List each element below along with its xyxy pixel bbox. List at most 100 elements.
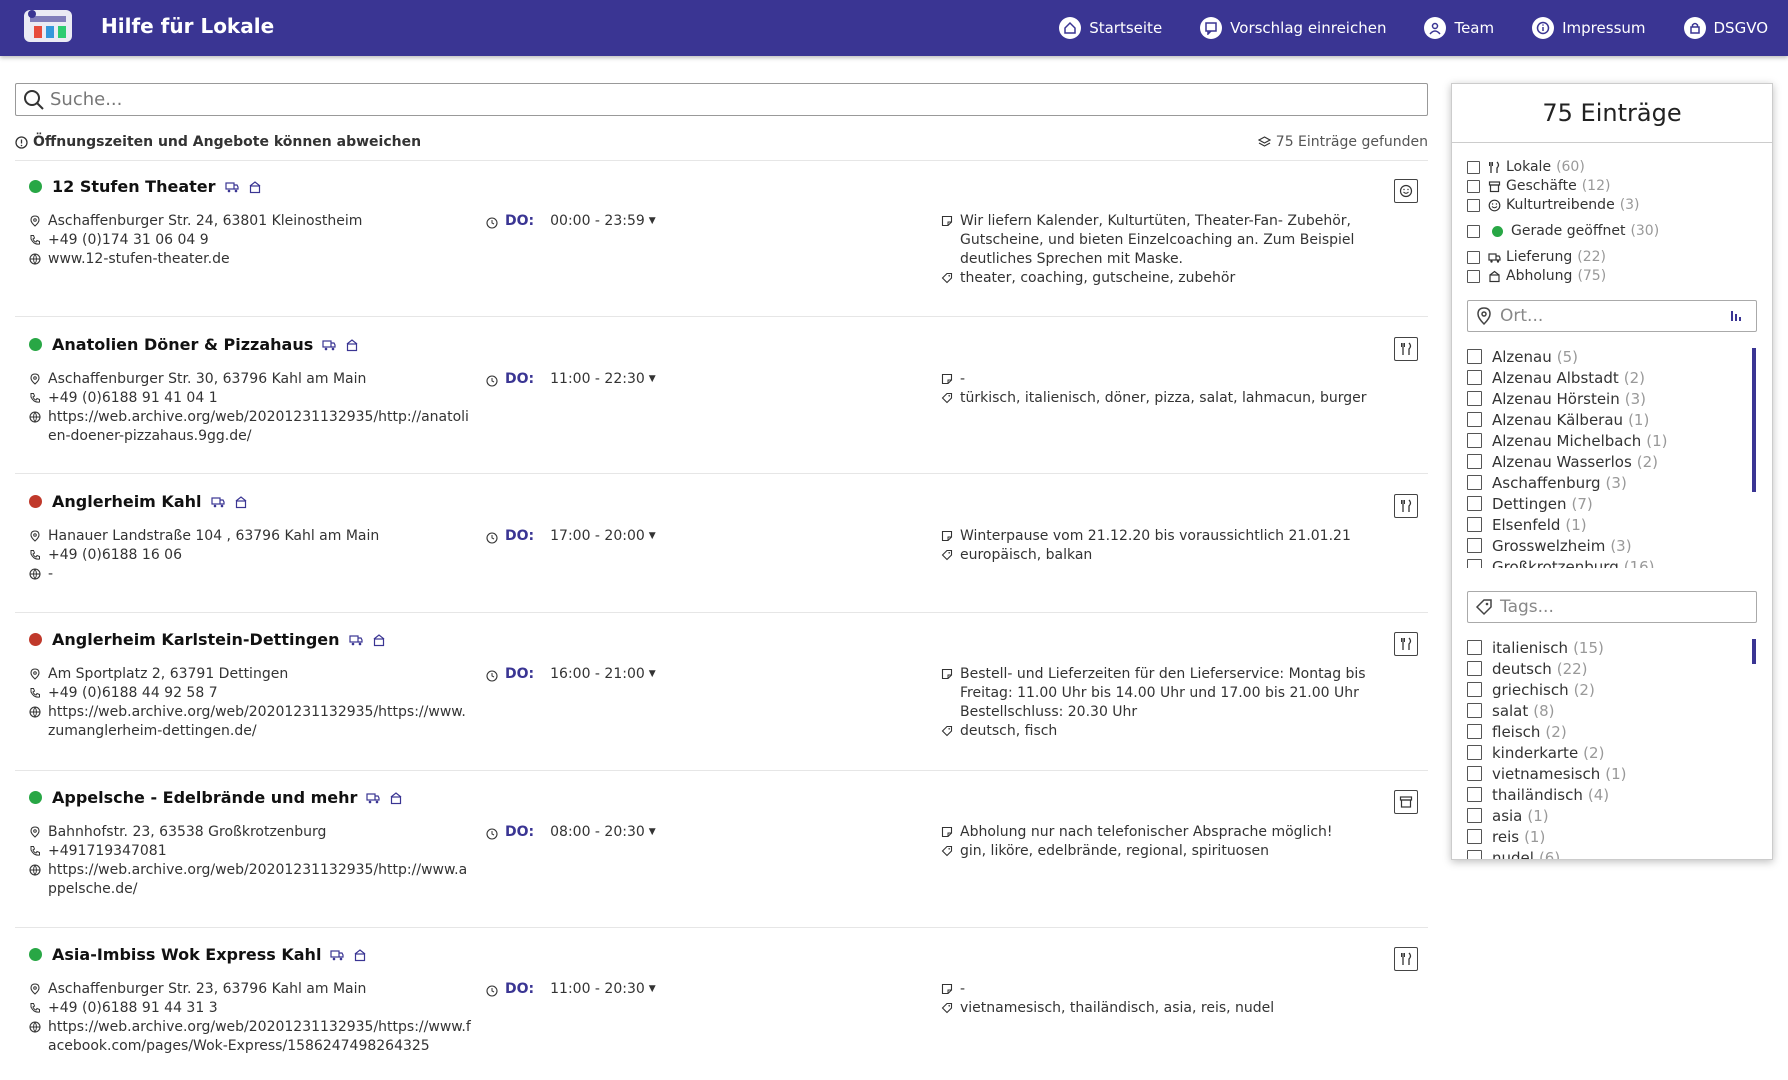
phone-link[interactable]: +49 (0)6188 91 44 31 3 bbox=[48, 999, 218, 1018]
app-logo[interactable] bbox=[20, 6, 84, 46]
website-link[interactable]: https://web.archive.org/web/202012311329… bbox=[48, 703, 466, 741]
phone-link[interactable]: +49 (0)6188 16 06 bbox=[48, 546, 182, 565]
filter-option[interactable]: Alzenau Michelbach (1) bbox=[1467, 430, 1749, 451]
checkbox[interactable] bbox=[1467, 517, 1482, 532]
checkbox[interactable] bbox=[1467, 160, 1480, 174]
search-input[interactable] bbox=[50, 89, 1420, 110]
opening-hours: 11:00 - 20:30 bbox=[550, 981, 645, 997]
nav-impressum[interactable]: Impressum bbox=[1532, 17, 1646, 39]
website-link[interactable]: - bbox=[48, 565, 53, 584]
filter-option[interactable]: griechisch (2) bbox=[1467, 679, 1749, 700]
phone-link[interactable]: +49 (0)6188 44 92 58 7 bbox=[48, 684, 218, 703]
website-link[interactable]: www.12-stufen-theater.de bbox=[48, 250, 230, 269]
chevron-down-icon[interactable]: ▼ bbox=[649, 527, 656, 546]
filter-option[interactable]: Alzenau Hörstein (3) bbox=[1467, 388, 1749, 409]
places-scrollbar[interactable] bbox=[1752, 348, 1756, 492]
filter-option[interactable]: Grosswelzheim (3) bbox=[1467, 535, 1749, 556]
filter-option[interactable]: Großkrotzenburg (16) bbox=[1467, 556, 1749, 568]
phone-link[interactable]: +491719347081 bbox=[48, 842, 167, 861]
checkbox[interactable] bbox=[1467, 496, 1482, 511]
search-bar[interactable] bbox=[15, 83, 1428, 116]
ort-filter-input[interactable]: Ort... bbox=[1467, 300, 1757, 332]
filter-option[interactable]: asia (1) bbox=[1467, 805, 1749, 826]
filter-option[interactable]: Alzenau Wasserlos (2) bbox=[1467, 451, 1749, 472]
checkbox[interactable] bbox=[1467, 269, 1480, 283]
status-dot bbox=[29, 948, 42, 961]
checkbox[interactable] bbox=[1467, 198, 1480, 212]
tags-placeholder: Tags... bbox=[1500, 597, 1554, 617]
checkbox[interactable] bbox=[1467, 829, 1482, 844]
filter-option[interactable]: Aschaffenburg (3) bbox=[1467, 472, 1749, 493]
filter-lieferung[interactable]: Lieferung (22) bbox=[1467, 249, 1606, 265]
checkbox[interactable] bbox=[1467, 640, 1482, 655]
checkbox[interactable] bbox=[1467, 787, 1482, 802]
chevron-down-icon[interactable]: ▼ bbox=[649, 665, 656, 684]
checkbox[interactable] bbox=[1467, 538, 1482, 553]
nav-vorschlag[interactable]: Vorschlag einreichen bbox=[1200, 17, 1386, 39]
checkbox[interactable] bbox=[1467, 766, 1482, 781]
filter-option[interactable]: reis (1) bbox=[1467, 826, 1749, 847]
tags-scrollbar[interactable] bbox=[1752, 639, 1756, 664]
filter-option[interactable]: Elsenfeld (1) bbox=[1467, 514, 1749, 535]
checkbox[interactable] bbox=[1467, 391, 1482, 406]
entry-name[interactable]: Appelsche - Edelbrände und mehr bbox=[52, 788, 357, 807]
filter-abholung[interactable]: Abholung (75) bbox=[1467, 268, 1606, 284]
phone-link[interactable]: +49 (0)6188 91 41 04 1 bbox=[48, 389, 218, 408]
nav-startseite[interactable]: Startseite bbox=[1059, 17, 1162, 39]
checkbox[interactable] bbox=[1467, 433, 1482, 448]
chevron-down-icon[interactable]: ▼ bbox=[649, 823, 656, 842]
checkbox[interactable] bbox=[1467, 370, 1482, 385]
filter-option[interactable]: italienisch (15) bbox=[1467, 637, 1749, 658]
tags-filter-input[interactable]: Tags... bbox=[1467, 591, 1757, 623]
sort-icon[interactable] bbox=[1730, 309, 1742, 323]
filter-option[interactable]: Alzenau Albstadt (2) bbox=[1467, 367, 1749, 388]
entry-name[interactable]: Anglerheim Kahl bbox=[52, 492, 202, 511]
entry-name[interactable]: Asia-Imbiss Wok Express Kahl bbox=[52, 945, 321, 964]
filter-option[interactable]: Alzenau Kälberau (1) bbox=[1467, 409, 1749, 430]
filter-option[interactable]: kinderkarte (2) bbox=[1467, 742, 1749, 763]
checkbox[interactable] bbox=[1467, 454, 1482, 469]
filter-option[interactable]: Dettingen (7) bbox=[1467, 493, 1749, 514]
entry-name[interactable]: 12 Stufen Theater bbox=[52, 177, 216, 196]
filter-option[interactable]: thailändisch (4) bbox=[1467, 784, 1749, 805]
checkbox[interactable] bbox=[1467, 224, 1480, 238]
checkbox[interactable] bbox=[1467, 412, 1482, 427]
checkbox[interactable] bbox=[1467, 250, 1480, 264]
divider bbox=[15, 612, 1428, 613]
website-link[interactable]: https://web.archive.org/web/202012311329… bbox=[48, 408, 469, 446]
option-count: (3) bbox=[1624, 389, 1646, 408]
chevron-down-icon[interactable]: ▼ bbox=[649, 980, 656, 999]
checkbox[interactable] bbox=[1467, 179, 1480, 193]
filter-option[interactable]: Alzenau (5) bbox=[1467, 346, 1749, 367]
chevron-down-icon[interactable]: ▼ bbox=[649, 370, 656, 389]
checkbox[interactable] bbox=[1467, 850, 1482, 859]
entry-name[interactable]: Anatolien Döner & Pizzahaus bbox=[52, 335, 313, 354]
filter-lokale[interactable]: Lokale (60) bbox=[1467, 159, 1585, 175]
filter-option[interactable]: fleisch (2) bbox=[1467, 721, 1749, 742]
checkbox[interactable] bbox=[1467, 475, 1482, 490]
website-link[interactable]: https://web.archive.org/web/202012311329… bbox=[48, 1018, 471, 1056]
filter-open-now[interactable]: Gerade geöffnet (30) bbox=[1467, 223, 1659, 239]
phone-link[interactable]: +49 (0)174 31 06 04 9 bbox=[48, 231, 209, 250]
filter-option[interactable]: nudel (6) bbox=[1467, 847, 1749, 860]
filter-option[interactable]: vietnamesisch (1) bbox=[1467, 763, 1749, 784]
checkbox[interactable] bbox=[1467, 559, 1482, 568]
option-count: (6) bbox=[1538, 848, 1561, 860]
checkbox[interactable] bbox=[1467, 349, 1482, 364]
checkbox[interactable] bbox=[1467, 703, 1482, 718]
chevron-down-icon[interactable]: ▼ bbox=[649, 212, 656, 231]
filter-option[interactable]: deutsch (22) bbox=[1467, 658, 1749, 679]
website-link[interactable]: https://web.archive.org/web/202012311329… bbox=[48, 861, 467, 899]
nav-team[interactable]: Team bbox=[1424, 17, 1494, 39]
checkbox[interactable] bbox=[1467, 724, 1482, 739]
entry-name[interactable]: Anglerheim Karlstein-Dettingen bbox=[52, 630, 340, 649]
top-bar: Hilfe für Lokale Startseite Vorschlag ei… bbox=[0, 0, 1788, 56]
filter-kulturtreibende[interactable]: Kulturtreibende (3) bbox=[1467, 197, 1640, 213]
nav-dsgvo[interactable]: DSGVO bbox=[1683, 17, 1768, 39]
checkbox[interactable] bbox=[1467, 808, 1482, 823]
filter-option[interactable]: salat (8) bbox=[1467, 700, 1749, 721]
checkbox[interactable] bbox=[1467, 661, 1482, 676]
filter-geschaefte[interactable]: Geschäfte (12) bbox=[1467, 178, 1610, 194]
checkbox[interactable] bbox=[1467, 682, 1482, 697]
checkbox[interactable] bbox=[1467, 745, 1482, 760]
